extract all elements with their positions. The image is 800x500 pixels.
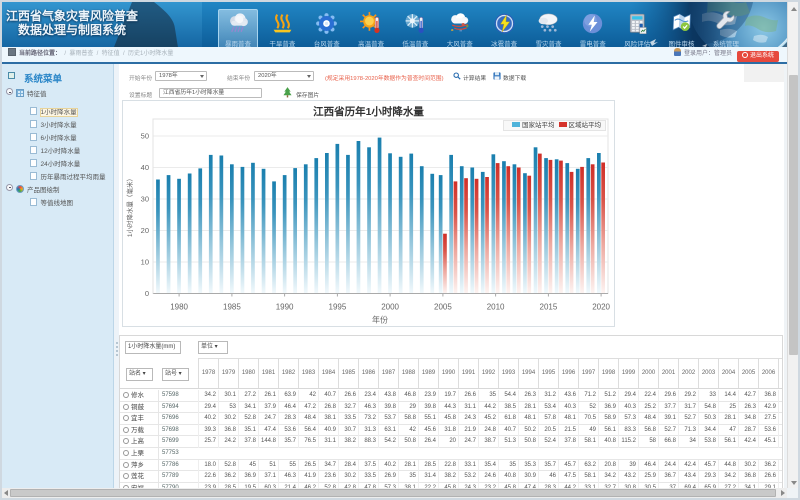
svg-text:2010: 2010 [487, 303, 505, 312]
svg-text:2015: 2015 [540, 303, 558, 312]
svg-text:40: 40 [141, 163, 149, 172]
svg-text:10: 10 [141, 258, 149, 267]
svg-text:20: 20 [141, 226, 149, 235]
svg-text:年份: 年份 [372, 315, 388, 325]
svg-text:1小时降水量（毫米）: 1小时降水量（毫米） [125, 175, 134, 237]
svg-text:1985: 1985 [223, 303, 241, 312]
svg-text:50: 50 [141, 132, 149, 141]
svg-text:0: 0 [145, 289, 149, 298]
svg-text:2000: 2000 [381, 303, 399, 312]
svg-text:30: 30 [141, 195, 149, 204]
svg-text:2005: 2005 [434, 303, 452, 312]
svg-text:2020: 2020 [592, 303, 610, 312]
svg-text:1990: 1990 [276, 303, 294, 312]
svg-text:1995: 1995 [329, 303, 347, 312]
svg-text:1980: 1980 [170, 303, 188, 312]
